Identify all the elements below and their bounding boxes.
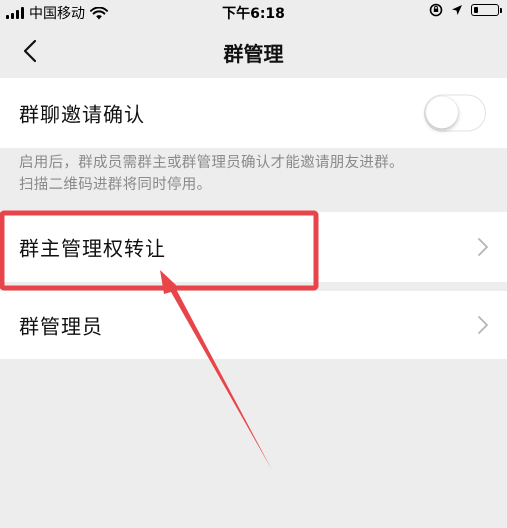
invite-confirm-row: 群聊邀请确认 [0, 78, 507, 148]
invite-confirm-hint: 启用后，群成员需群主或群管理员确认才能邀请朋友进群。 扫描二维码进群将同时停用。 [19, 152, 494, 196]
orientation-lock-icon [429, 3, 443, 17]
hint-line-2: 扫描二维码进群将同时停用。 [19, 177, 212, 193]
invite-confirm-label: 群聊邀请确认 [19, 102, 145, 127]
chevron-right-icon [478, 238, 488, 256]
battery-icon [471, 4, 502, 16]
transfer-owner-row[interactable]: 群主管理权转让 [0, 212, 507, 282]
hint-line-1: 启用后，群成员需群主或群管理员确认才能邀请朋友进群。 [19, 155, 404, 171]
location-icon [452, 5, 462, 15]
nav-bar: 群管理 [0, 24, 507, 78]
status-right [429, 3, 502, 17]
battery-level [474, 7, 478, 13]
invite-confirm-toggle[interactable] [424, 94, 486, 132]
toggle-knob [426, 96, 458, 129]
transfer-owner-label: 群主管理权转让 [19, 236, 166, 261]
group-admins-row[interactable]: 群管理员 [0, 291, 507, 359]
page-title: 群管理 [223, 42, 284, 66]
chevron-right-icon [478, 316, 488, 334]
status-bar: 中国移动 下午6:18 [0, 0, 507, 24]
group-admins-label: 群管理员 [19, 314, 103, 339]
